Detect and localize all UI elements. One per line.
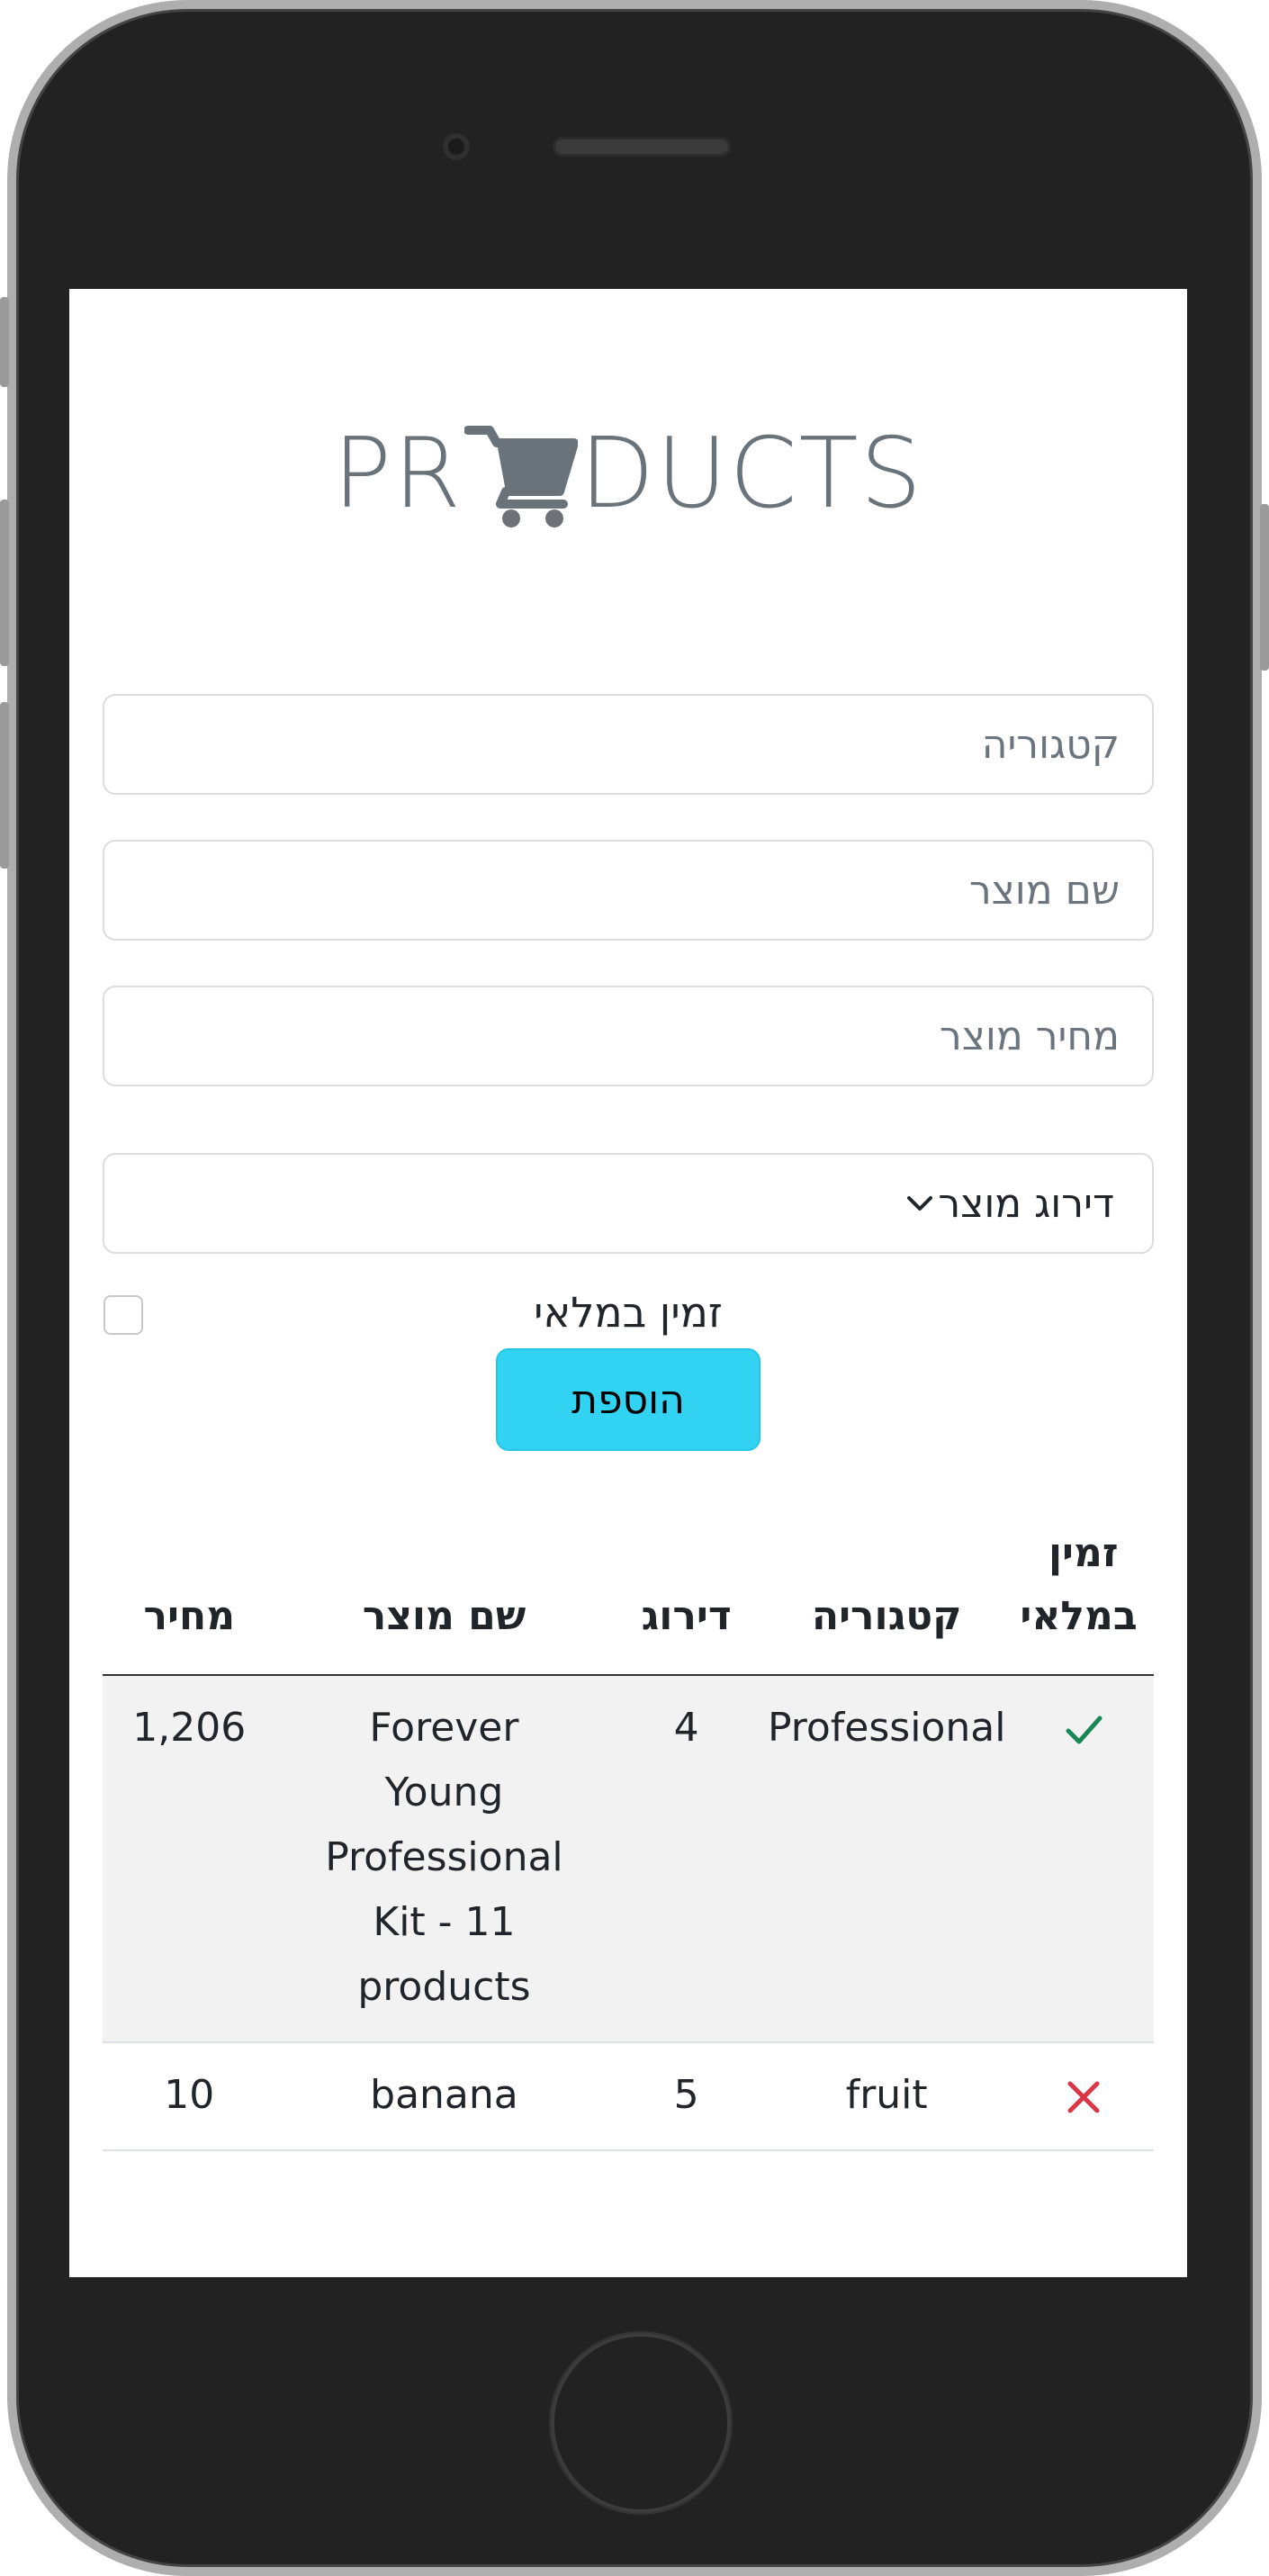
row-in-stock-cell <box>1012 2041 1154 2151</box>
rating-select-label: דירוג מוצר <box>938 1180 1114 1227</box>
header-price: מחיר <box>103 1513 276 1676</box>
power-button <box>1260 504 1269 671</box>
row-rating-cell: 4 <box>612 1674 760 2043</box>
row-name-text: Forever Young Professional Kit - 11 prod… <box>325 1704 563 2010</box>
row-category-cell: fruit <box>760 2041 1013 2151</box>
category-input[interactable] <box>103 694 1154 795</box>
row-category-cell: Professional <box>760 1674 1013 2043</box>
x-icon <box>1061 2075 1106 2120</box>
table-row: fruit 5 banana 10 <box>103 2041 1154 2151</box>
home-button[interactable] <box>551 2333 731 2513</box>
product-price-input[interactable] <box>103 986 1154 1086</box>
app-screen: PR DUCTS דירוג מוצר זמין במלאי הוספת <box>69 289 1187 2277</box>
header-name: שם מוצר <box>275 1513 613 1676</box>
chevron-down-icon <box>902 1185 938 1221</box>
table-row: Professional 4 Forever Young Professiona… <box>103 1674 1154 2043</box>
table-header-row: זמין במלאי קטגוריה דירוג שם מוצר מחיר <box>103 1513 1154 1676</box>
header-in-stock: זמין במלאי <box>1012 1513 1154 1676</box>
mute-switch <box>0 297 9 387</box>
products-logo: PR DUCTS <box>69 415 1187 532</box>
volume-down-button <box>0 702 9 869</box>
check-icon <box>1061 1707 1106 1752</box>
product-name-input[interactable] <box>103 840 1154 941</box>
in-stock-checkbox[interactable] <box>104 1295 143 1335</box>
in-stock-label: זמין במלאי <box>534 1288 723 1337</box>
row-price-cell: 1,206 <box>103 1674 276 2043</box>
logo-text-end: DUCTS <box>580 417 924 530</box>
logo-text-start: PR <box>332 417 463 530</box>
row-in-stock-cell <box>1012 1674 1154 2043</box>
row-name-cell: banana <box>275 2041 613 2151</box>
header-rating: דירוג <box>612 1513 760 1676</box>
front-camera <box>443 133 470 160</box>
add-product-button[interactable]: הוספת <box>496 1348 760 1451</box>
row-rating-cell: 5 <box>612 2041 760 2151</box>
earpiece-speaker <box>553 137 731 157</box>
in-stock-row: זמין במלאי <box>69 1288 1187 1342</box>
volume-up-button <box>0 500 9 666</box>
row-price-cell: 10 <box>103 2041 276 2151</box>
header-in-stock-label: זמין במלאי <box>1020 1530 1138 1640</box>
header-category: קטגוריה <box>760 1513 1013 1676</box>
row-name-cell: Forever Young Professional Kit - 11 prod… <box>275 1674 613 2043</box>
shopping-cart-icon <box>464 421 579 529</box>
products-table: זמין במלאי קטגוריה דירוג שם מוצר מחיר Pr… <box>103 1513 1154 2151</box>
rating-select[interactable]: דירוג מוצר <box>103 1153 1154 1254</box>
